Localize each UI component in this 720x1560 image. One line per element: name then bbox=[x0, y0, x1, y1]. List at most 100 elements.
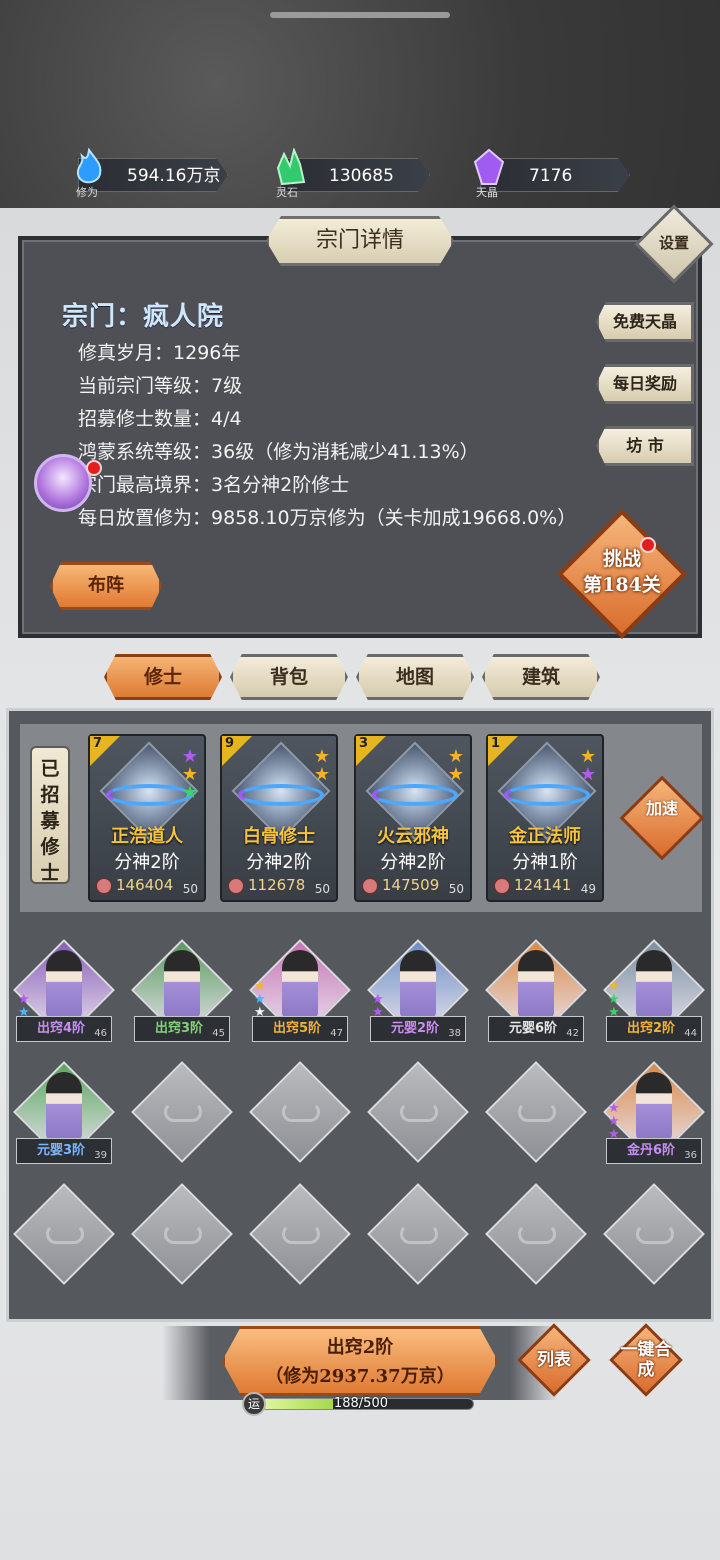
empty-slot[interactable] bbox=[131, 1183, 233, 1285]
disciple-realm: 元婴6阶 bbox=[509, 1021, 558, 1036]
recruit-button[interactable]: 出窍2阶 （修为2937.37万京） bbox=[222, 1326, 498, 1396]
card-level: 9 bbox=[225, 736, 235, 751]
disciple-plate: 出窍3阶 45 bbox=[134, 1016, 230, 1042]
disciple-power: 147509 bbox=[382, 876, 440, 894]
disciple-figure bbox=[636, 950, 672, 1020]
disciple-slot[interactable]: ★ ★ ★ 出窍5阶 47 bbox=[249, 939, 351, 1042]
disciple-plate: 元婴6阶 42 bbox=[488, 1016, 584, 1042]
disciple-slot[interactable]: 出窍3阶 45 bbox=[131, 939, 233, 1042]
disciple-slot[interactable]: ★ ★ ★ 金丹6阶 36 bbox=[603, 1061, 705, 1164]
disciple-level: 42 bbox=[566, 1028, 579, 1039]
info-cultivation-years: 修真岁月：1296年 bbox=[78, 342, 241, 364]
cloud-icon bbox=[518, 1224, 556, 1244]
cloud-icon bbox=[518, 1102, 556, 1122]
disciple-power-level: 49 bbox=[580, 882, 596, 896]
tab-map[interactable]: 地图 bbox=[356, 654, 474, 700]
cloud-icon bbox=[46, 1224, 84, 1244]
star-icon: ★ bbox=[447, 764, 464, 785]
empty-slot[interactable] bbox=[13, 1183, 115, 1285]
cultivation-label: 修为 bbox=[76, 186, 98, 199]
disciple-figure bbox=[518, 950, 554, 1020]
disciple-plate: 出窍5阶 47 bbox=[252, 1016, 348, 1042]
recruited-card[interactable]: 3 ★ ★ 火云邪神 分神2阶 147509 50 bbox=[354, 734, 472, 902]
cloud-icon bbox=[636, 1224, 674, 1244]
disciple-level: 36 bbox=[684, 1150, 697, 1161]
cloud-icon bbox=[164, 1102, 202, 1122]
disciple-figure bbox=[400, 950, 436, 1020]
disciple-plate: 出窍2阶 44 bbox=[606, 1016, 702, 1042]
tab-backpack[interactable]: 背包 bbox=[230, 654, 348, 700]
disciple-rank: 分神2阶 bbox=[246, 852, 312, 873]
luck-icon: 运 bbox=[242, 1392, 266, 1416]
disciple-plate: 出窍4阶 46 bbox=[16, 1016, 112, 1042]
speed-up-label[interactable]: 加速 bbox=[636, 800, 688, 818]
disciple-rank: 分神1阶 bbox=[512, 852, 578, 873]
formation-button[interactable]: 布阵 bbox=[50, 562, 162, 610]
star-icon: ★ bbox=[313, 764, 330, 785]
disciple-power: 146404 bbox=[116, 876, 174, 894]
disciple-slot[interactable]: ★ ★ ★ 出窍2阶 44 bbox=[603, 939, 705, 1042]
empty-slot[interactable] bbox=[367, 1061, 469, 1163]
disciple-slot[interactable]: ★ ★ 出窍4阶 46 bbox=[13, 939, 115, 1042]
disciple-level: 38 bbox=[448, 1028, 461, 1039]
power-icon bbox=[96, 878, 112, 894]
avatar-notification-dot bbox=[86, 460, 102, 476]
spirit-stone-value: 130685 bbox=[329, 166, 394, 186]
cloud-icon bbox=[164, 1224, 202, 1244]
aura-swirl bbox=[106, 784, 192, 806]
luck-progress-text: 188/500 bbox=[333, 1396, 388, 1411]
drag-handle[interactable] bbox=[270, 12, 450, 18]
empty-slot[interactable] bbox=[131, 1061, 233, 1163]
disciple-power-level: 50 bbox=[182, 882, 198, 896]
disciple-power: 124141 bbox=[514, 876, 572, 894]
disciple-level: 45 bbox=[212, 1028, 225, 1039]
recruited-card[interactable]: 1 ★ ★ 金正法师 分神1阶 124141 49 bbox=[486, 734, 604, 902]
disciple-name: 金正法师 bbox=[509, 826, 581, 847]
disciple-slot[interactable]: 元婴3阶 39 bbox=[13, 1061, 115, 1164]
disciple-realm: 出窍3阶 bbox=[155, 1021, 204, 1036]
challenge-label[interactable]: 挑战 第184关 bbox=[570, 546, 674, 598]
empty-slot[interactable] bbox=[603, 1183, 705, 1285]
empty-slot[interactable] bbox=[249, 1183, 351, 1285]
sky-crystal-gem-icon bbox=[473, 148, 505, 185]
player-avatar[interactable] bbox=[34, 454, 92, 512]
free-crystal-button[interactable]: 免费天晶 bbox=[596, 302, 694, 342]
disciple-figure bbox=[282, 950, 318, 1020]
recruited-label: 已招募修士 bbox=[30, 746, 70, 884]
tab-buildings[interactable]: 建筑 bbox=[482, 654, 600, 700]
auto-merge-label[interactable]: 一键合成 bbox=[616, 1340, 676, 1380]
disciple-slot[interactable]: 元婴6阶 42 bbox=[485, 939, 587, 1042]
disciple-power-level: 50 bbox=[448, 882, 464, 896]
disciple-rank: 分神2阶 bbox=[114, 852, 180, 873]
tab-disciples[interactable]: 修士 bbox=[104, 654, 222, 700]
disciple-realm: 金丹6阶 bbox=[627, 1143, 676, 1158]
list-label[interactable]: 列表 bbox=[524, 1350, 584, 1370]
card-level: 1 bbox=[491, 736, 501, 751]
power-icon bbox=[494, 878, 510, 894]
recruited-card[interactable]: 7 ★ ★ ★ 正浩道人 分神2阶 146404 50 bbox=[88, 734, 206, 902]
disciple-realm: 元婴2阶 bbox=[391, 1021, 440, 1036]
empty-slot[interactable] bbox=[485, 1183, 587, 1285]
cloud-icon bbox=[400, 1224, 438, 1244]
card-level: 3 bbox=[359, 736, 369, 751]
daily-reward-button[interactable]: 每日奖励 bbox=[596, 364, 694, 404]
empty-slot[interactable] bbox=[249, 1061, 351, 1163]
info-sect-level: 当前宗门等级：7级 bbox=[78, 375, 243, 397]
info-hongmeng-level: 鸿蒙系统等级：36级（修为消耗减少41.13%） bbox=[78, 441, 479, 463]
disciple-power-level: 50 bbox=[314, 882, 330, 896]
aura-swirl bbox=[372, 784, 458, 806]
star-icon: ★ bbox=[579, 764, 596, 785]
disciple-realm: 出窍2阶 bbox=[627, 1021, 676, 1036]
market-button[interactable]: 坊 市 bbox=[596, 426, 694, 466]
settings-label[interactable]: 设置 bbox=[646, 232, 702, 253]
disciple-slot[interactable]: ★ ★ 元婴2阶 38 bbox=[367, 939, 469, 1042]
power-icon bbox=[228, 878, 244, 894]
disciple-realm: 出窍4阶 bbox=[37, 1021, 86, 1036]
empty-slot[interactable] bbox=[485, 1061, 587, 1163]
recruited-card[interactable]: 9 ★ ★ 白骨修士 分神2阶 112678 50 bbox=[220, 734, 338, 902]
empty-slot[interactable] bbox=[367, 1183, 469, 1285]
sky-crystal-value: 7176 bbox=[529, 166, 573, 186]
sect-name: 宗门：疯人院 bbox=[62, 302, 225, 332]
aura-swirl bbox=[504, 784, 590, 806]
disciple-figure bbox=[636, 1072, 672, 1142]
